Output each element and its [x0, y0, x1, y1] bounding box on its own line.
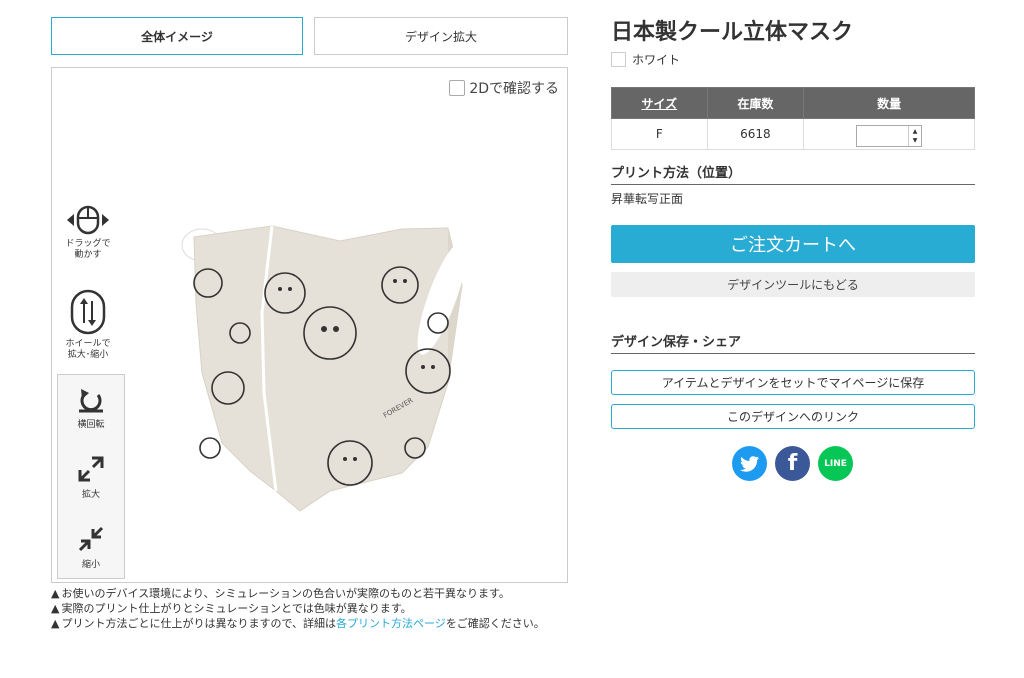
rotate-label: 横回転	[77, 420, 105, 430]
expand-icon	[78, 456, 104, 482]
quantity-stepper[interactable]: ▲ ▼	[856, 124, 923, 147]
mouse-drag-icon	[67, 205, 109, 235]
line-icon: LINE	[824, 458, 847, 469]
save-to-mypage-button[interactable]: アイテムとデザインをセットでマイページに保存	[611, 370, 975, 395]
preview-viewer[interactable]: 2Dで確認する ドラッグで 動かす ホイールで 拡大･縮小 横回転 拡大 縮小 …	[51, 67, 568, 583]
drag-hint: ドラッグで 動かす	[58, 205, 118, 261]
wheel-label-2: 拡大･縮小	[67, 350, 109, 360]
design-link-button[interactable]: このデザインへのリンク	[611, 404, 975, 429]
check-2d[interactable]: 2Dで確認する	[449, 78, 559, 98]
header-size[interactable]: サイズ	[611, 87, 708, 119]
color-name: ホワイト	[632, 53, 681, 67]
warning-icon: ▲	[51, 617, 60, 630]
tab-design-zoom[interactable]: デザイン拡大	[314, 17, 568, 55]
color-swatch[interactable]	[611, 52, 626, 67]
product-title: 日本製クール立体マスク	[611, 20, 854, 45]
drag-label-2: 動かす	[74, 250, 102, 260]
cell-stock: 6618	[706, 118, 805, 150]
note-3: ▲ プリント方法ごとに仕上がりは異なりますので、詳細は各プリント方法ページをご確認…	[51, 617, 545, 630]
note-1: ▲ お使いのデバイス環境により、シミュレーションの色合いが実際のものと若干異なりま…	[51, 587, 510, 600]
print-method-heading: プリント方法（位置）	[611, 162, 975, 185]
line-share-button[interactable]: LINE	[818, 446, 853, 481]
checkbox-2d[interactable]	[449, 80, 466, 96]
notes: ▲ お使いのデバイス環境により、シミュレーションの色合いが実際のものと若干異なりま…	[51, 588, 568, 633]
print-method-value: 昇華転写正面	[611, 192, 684, 206]
view-tabs: 全体イメージ デザイン拡大	[51, 17, 568, 57]
view-controls: 横回転 拡大 縮小	[57, 374, 125, 579]
mask-preview-image[interactable]: FOREVER	[180, 223, 490, 523]
rotate-icon	[79, 389, 103, 413]
warning-icon: ▲	[51, 602, 60, 615]
facebook-f-icon: f	[787, 451, 798, 476]
print-method-link[interactable]: 各プリント方法ページ	[336, 617, 446, 630]
warning-icon: ▲	[51, 587, 60, 600]
tab-full-image[interactable]: 全体イメージ	[51, 17, 303, 55]
header-quantity: 数量	[803, 87, 975, 119]
cell-size: F	[611, 118, 708, 150]
rotate-button[interactable]: 横回転	[58, 387, 124, 430]
twitter-bird-icon	[739, 455, 759, 472]
check-2d-label: 2Dで確認する	[469, 81, 559, 97]
wheel-hint: ホイールで 拡大･縮小	[58, 289, 118, 361]
back-to-design-tool-button[interactable]: デザインツールにもどる	[611, 272, 975, 297]
order-cart-button[interactable]: ご注文カートへ	[611, 225, 975, 263]
color-option[interactable]: ホワイト	[611, 51, 680, 68]
stock-table: サイズ 在庫数 数量 F 6618 ▲ ▼	[611, 87, 975, 150]
facebook-share-button[interactable]: f	[775, 446, 810, 481]
zoom-in-label: 拡大	[81, 490, 100, 500]
spinner-arrows-icon[interactable]: ▲ ▼	[908, 125, 921, 146]
header-stock: 在庫数	[706, 87, 805, 119]
shrink-icon	[78, 526, 104, 552]
drag-label-1: ドラッグで	[65, 239, 111, 249]
zoom-in-button[interactable]: 拡大	[58, 455, 124, 500]
wheel-label-1: ホイールで	[65, 339, 111, 349]
note-2: ▲ 実際のプリント仕上がりとシミュレーションとでは色味が異なります。	[51, 602, 412, 615]
share-heading: デザイン保存・シェア	[611, 331, 975, 354]
zoom-out-label: 縮小	[81, 560, 100, 570]
table-row: F 6618 ▲ ▼	[611, 118, 975, 150]
twitter-share-button[interactable]	[732, 446, 767, 481]
cell-quantity: ▲ ▼	[803, 118, 975, 150]
mouse-wheel-icon	[70, 289, 106, 335]
zoom-out-button[interactable]: 縮小	[58, 525, 124, 570]
